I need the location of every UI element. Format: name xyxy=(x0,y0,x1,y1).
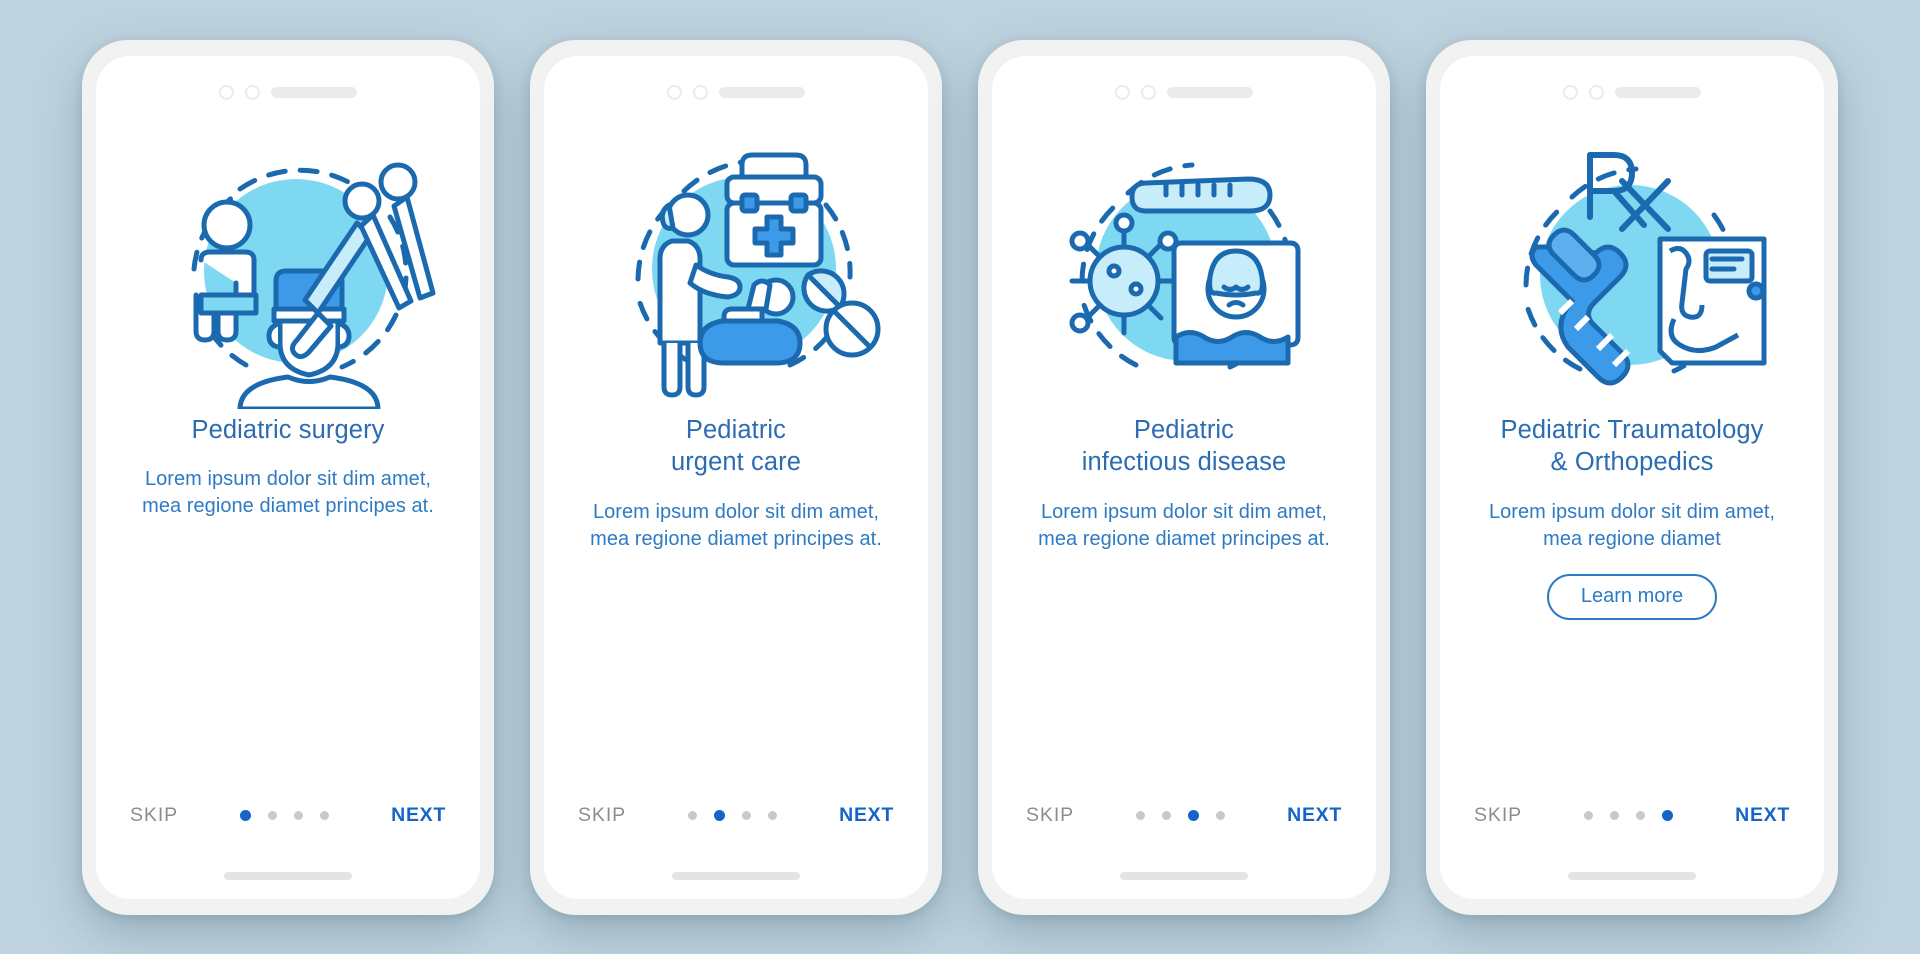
text-content-infectious-disease: Pediatric infectious disease Lorem ipsum… xyxy=(992,414,1376,789)
page-description: Lorem ipsum dolor sit dim amet, mea regi… xyxy=(590,501,882,550)
pagination-dot-1[interactable] xyxy=(1136,811,1146,820)
page-title-line-1: Pediatric Traumatology xyxy=(1500,415,1764,444)
pagination-dot-1[interactable] xyxy=(240,810,252,821)
home-indicator-area xyxy=(544,853,928,899)
onboarding-nav-infectious-disease: SKIP NEXT xyxy=(992,789,1376,843)
pagination-dots xyxy=(1584,810,1674,821)
page-title: Pediatric infectious disease xyxy=(1082,414,1287,480)
speaker-grille-icon xyxy=(719,87,805,98)
orthopedics-illustration xyxy=(1440,114,1824,414)
page-description: Lorem ipsum dolor sit dim amet, mea regi… xyxy=(142,468,434,517)
page-title-line-1: Pediatric xyxy=(685,415,787,444)
phone-mockup-urgent-care: Pediatric urgent care Lorem ipsum dolor … xyxy=(530,39,942,915)
phone-mockup-infectious-disease: Pediatric infectious disease Lorem ipsum… xyxy=(978,39,1390,915)
next-button[interactable]: NEXT xyxy=(1735,804,1790,827)
pagination-dot-3[interactable] xyxy=(294,811,304,820)
page-description: Lorem ipsum dolor sit dim amet, mea regi… xyxy=(1038,501,1330,550)
next-button[interactable]: NEXT xyxy=(839,804,894,827)
camera-dot-icon xyxy=(1115,85,1130,100)
camera-dot-icon xyxy=(1563,85,1578,100)
pagination-dot-2[interactable] xyxy=(1610,811,1620,820)
home-indicator-area xyxy=(992,853,1376,899)
page-title: Pediatric Traumatology & Orthopedics xyxy=(1501,414,1764,480)
next-button[interactable]: NEXT xyxy=(1287,804,1342,827)
sensor-dot-icon xyxy=(693,85,708,100)
page-title-line-2: & Orthopedics xyxy=(1550,448,1714,477)
app-screen-infectious-disease: Pediatric infectious disease Lorem ipsum… xyxy=(992,55,1376,899)
app-screen-urgent-care: Pediatric urgent care Lorem ipsum dolor … xyxy=(544,55,928,899)
pagination-dot-3[interactable] xyxy=(742,811,752,820)
pagination-dot-2[interactable] xyxy=(268,811,278,820)
device-topbar xyxy=(544,56,928,108)
camera-dot-icon xyxy=(219,85,234,100)
pagination-dots xyxy=(1136,810,1226,821)
home-indicator[interactable] xyxy=(1120,871,1248,880)
pagination-dots xyxy=(688,810,778,821)
camera-dot-icon xyxy=(667,85,682,100)
app-screen-orthopedics: Pediatric Traumatology & Orthopedics Lor… xyxy=(1440,55,1824,899)
home-indicator[interactable] xyxy=(1568,871,1696,880)
home-indicator-area xyxy=(96,853,480,899)
pagination-dot-4[interactable] xyxy=(1216,811,1226,820)
skip-button[interactable]: SKIP xyxy=(130,804,178,827)
pagination-dot-3[interactable] xyxy=(1188,810,1200,821)
skip-button[interactable]: SKIP xyxy=(1026,804,1074,827)
page-title: Pediatric urgent care xyxy=(671,414,801,480)
home-indicator[interactable] xyxy=(224,871,352,880)
skip-button[interactable]: SKIP xyxy=(578,804,626,827)
phone-mockup-orthopedics: Pediatric Traumatology & Orthopedics Lor… xyxy=(1426,39,1838,915)
text-content-urgent-care: Pediatric urgent care Lorem ipsum dolor … xyxy=(544,414,928,789)
speaker-grille-icon xyxy=(1167,87,1253,98)
onboarding-nav-orthopedics: SKIP NEXT xyxy=(1440,789,1824,843)
infectious-disease-illustration xyxy=(992,114,1376,414)
home-indicator-area xyxy=(1440,853,1824,899)
speaker-grille-icon xyxy=(1615,87,1701,98)
page-title-line-1: Pediatric xyxy=(1133,415,1235,444)
speaker-grille-icon xyxy=(271,87,357,98)
onboarding-nav-surgery: SKIP NEXT xyxy=(96,789,480,843)
home-indicator[interactable] xyxy=(672,871,800,880)
pagination-dot-2[interactable] xyxy=(1162,811,1172,820)
app-screen-surgery: Pediatric surgery Lorem ipsum dolor sit … xyxy=(96,55,480,899)
onboarding-nav-urgent-care: SKIP NEXT xyxy=(544,789,928,843)
pagination-dot-4[interactable] xyxy=(1662,810,1674,821)
surgery-illustration xyxy=(96,114,480,414)
urgent-care-illustration xyxy=(544,114,928,414)
device-topbar xyxy=(1440,56,1824,108)
pagination-dot-1[interactable] xyxy=(1584,811,1594,820)
pagination-dots xyxy=(240,810,330,821)
device-topbar xyxy=(96,56,480,108)
sensor-dot-icon xyxy=(245,85,260,100)
page-description: Lorem ipsum dolor sit dim amet, mea regi… xyxy=(1488,501,1776,550)
pagination-dot-4[interactable] xyxy=(320,811,330,820)
pagination-dot-2[interactable] xyxy=(714,810,726,821)
page-title-line-2: infectious disease xyxy=(1081,448,1287,477)
sensor-dot-icon xyxy=(1589,85,1604,100)
learn-more-button[interactable]: Learn more xyxy=(1546,574,1718,621)
skip-button[interactable]: SKIP xyxy=(1474,804,1522,827)
phone-mockup-surgery: Pediatric surgery Lorem ipsum dolor sit … xyxy=(82,39,494,915)
next-button[interactable]: NEXT xyxy=(391,804,446,827)
pagination-dot-3[interactable] xyxy=(1636,811,1646,820)
page-title: Pediatric surgery xyxy=(191,415,385,444)
pagination-dot-1[interactable] xyxy=(688,811,698,820)
text-content-surgery: Pediatric surgery Lorem ipsum dolor sit … xyxy=(96,414,480,789)
device-topbar xyxy=(992,56,1376,108)
page-title-line-2: urgent care xyxy=(670,448,802,477)
sensor-dot-icon xyxy=(1141,85,1156,100)
pagination-dot-4[interactable] xyxy=(768,811,778,820)
text-content-orthopedics: Pediatric Traumatology & Orthopedics Lor… xyxy=(1440,414,1824,789)
